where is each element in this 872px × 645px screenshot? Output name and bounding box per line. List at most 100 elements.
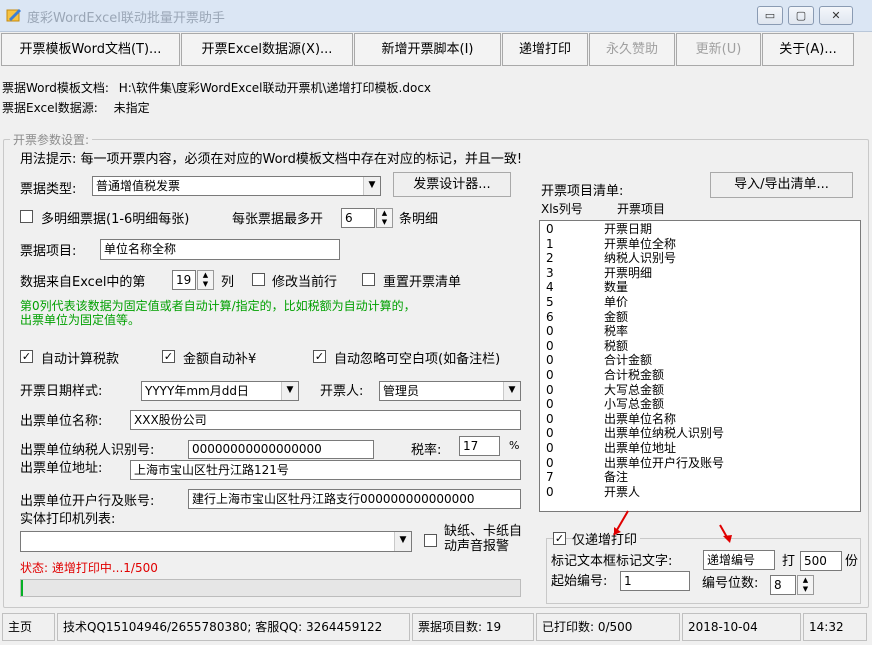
arrow-down-icon: ▼ — [802, 585, 809, 593]
sponsor-button[interactable]: 永久赞助 — [589, 33, 675, 66]
list-item-name: 税率 — [604, 324, 629, 339]
multi-detail-label: 多明细票据(1-6明细每张) — [41, 212, 190, 227]
status-items-count: 票据项目数: 19 — [412, 613, 534, 641]
mark-text-input[interactable]: 递增编号 — [703, 550, 775, 570]
tax-rate-input[interactable]: 17 — [459, 436, 500, 456]
per-page-spinner[interactable]: ▲ ▼ — [376, 208, 393, 228]
maximize-icon: ▢ — [795, 9, 807, 22]
column-suffix: 列 — [221, 275, 235, 290]
digits-input[interactable]: 8 — [770, 575, 796, 595]
date-style-value: YYYY年mm月dd日 — [145, 384, 249, 398]
list-item-name: 出票单位地址 — [604, 441, 677, 455]
taxid-label: 出票单位纳税人识别号: — [20, 443, 155, 458]
paper-alarm-label: 缺纸、卡纸自 动声音报警 — [444, 524, 522, 554]
print-count-unit: 份 — [845, 554, 859, 569]
list-item-col: 0 — [546, 411, 554, 426]
new-script-button[interactable]: 新增开票脚本(I) — [354, 33, 501, 66]
auto-tax-checkbox[interactable]: ✓ — [20, 350, 33, 363]
progress-bar — [20, 579, 521, 597]
maximize-button[interactable]: ▢ — [788, 6, 814, 25]
address-input[interactable]: 上海市宝山区牡丹江路121号 — [130, 460, 521, 480]
paper-alarm-line2: 动声音报警 — [444, 539, 510, 554]
list-item-name: 合计税金额 — [604, 368, 665, 382]
per-page-unit: 条明细 — [399, 212, 439, 227]
item-label: 票据项目: — [20, 244, 77, 259]
column-input[interactable]: 19 — [172, 270, 196, 290]
reset-list-label: 重置开票清单 — [383, 275, 462, 290]
list-item-name: 出票单位开户行及账号 — [604, 455, 725, 470]
template-path-line: 票据Word模板文档: H:\软件集\度彩WordExcel联动开票机\递增打印… — [2, 79, 431, 96]
per-page-input[interactable]: 6 — [341, 208, 375, 228]
list-header-item: 开票项目 — [617, 202, 666, 216]
printer-select[interactable]: ▼ — [20, 531, 412, 552]
paper-alarm-checkbox[interactable] — [424, 534, 437, 547]
list-item-name: 纳税人识别号 — [604, 251, 677, 266]
reset-list-checkbox[interactable] — [362, 273, 375, 286]
arrow-up-icon: ▲ — [202, 271, 209, 279]
bank-input[interactable]: 建行上海市宝山区牡丹江路支行000000000000000 — [188, 489, 521, 509]
increment-print-button[interactable]: 递增打印 — [502, 33, 588, 66]
list-item-col: 0 — [546, 484, 554, 499]
progress-fill — [21, 580, 23, 596]
update-button[interactable]: 更新(U) — [676, 33, 761, 66]
issuer-select[interactable]: 管理员 ▼ — [379, 381, 521, 401]
org-name-input[interactable]: XXX股份公司 — [130, 410, 521, 430]
template-word-button[interactable]: 开票模板Word文档(T)... — [1, 33, 180, 66]
invoice-items-list[interactable]: 0 开票日期 1 开票单位全称 2 纳税人识别号 3 开票明细 4 数量 5 单价 6 金额 0 税率 0 税额 0… — [539, 220, 861, 512]
type-select[interactable]: 普通增值税发票 ▼ — [92, 176, 381, 196]
list-item-col: 0 — [546, 382, 554, 397]
only-increment-checkbox[interactable]: ✓ — [553, 532, 566, 545]
minimize-button[interactable]: ▭ — [757, 6, 783, 25]
column-note-line2: 出票单位为固定值等。 — [20, 313, 141, 327]
digits-label: 编号位数: — [702, 576, 759, 591]
item-input[interactable]: 单位名称全称 — [100, 239, 340, 260]
settings-group-title: 开票参数设置: — [10, 131, 93, 148]
annotation-arrow-right-head — [723, 535, 732, 543]
status-text: 状态: 递增打印中...1/500 — [20, 561, 158, 575]
list-item-col: 0 — [546, 222, 554, 236]
auto-amount-label: 金额自动补¥ — [183, 352, 257, 367]
issuer-value: 管理员 — [383, 384, 420, 398]
status-date: 2018-10-04 — [682, 613, 801, 641]
arrow-down-icon: ▼ — [202, 280, 209, 288]
list-item-name: 税额 — [604, 338, 629, 353]
multi-detail-checkbox[interactable] — [20, 210, 33, 223]
excel-source-button[interactable]: 开票Excel数据源(X)... — [181, 33, 353, 66]
digits-spinner[interactable]: ▲ ▼ — [797, 575, 814, 595]
status-printed: 已打印数: 0/500 — [536, 613, 680, 641]
close-button[interactable]: ✕ — [819, 6, 853, 25]
list-item-col: 4 — [546, 280, 554, 295]
window-title: 度彩WordExcel联动批量开票助手 — [27, 11, 225, 26]
date-style-select[interactable]: YYYY年mm月dd日 ▼ — [141, 381, 299, 401]
import-export-button[interactable]: 导入/导出清单... — [710, 172, 853, 198]
auto-amount-checkbox[interactable]: ✓ — [162, 350, 175, 363]
list-item-col: 5 — [546, 295, 554, 309]
start-number-input[interactable]: 1 — [620, 571, 690, 591]
about-button[interactable]: 关于(A)... — [762, 33, 854, 66]
auto-skip-label: 自动忽略可空白项(如备注栏) — [334, 352, 501, 367]
template-path: H:\软件集\度彩WordExcel联动开票机\递增打印模板.docx — [118, 81, 432, 95]
list-item-col: 0 — [546, 397, 554, 412]
list-item-col: 7 — [546, 470, 554, 485]
column-spinner[interactable]: ▲ ▼ — [197, 270, 214, 290]
status-support: 技术QQ15104946/2655780380; 客服QQ: 326445912… — [57, 613, 410, 641]
list-item-name: 开票明细 — [604, 265, 653, 280]
taxid-input[interactable]: 00000000000000000 — [188, 440, 374, 459]
type-label: 票据类型: — [20, 182, 77, 197]
list-item-name: 开票日期 — [604, 222, 653, 236]
invoice-designer-button[interactable]: 发票设计器... — [393, 172, 511, 197]
print-count-input[interactable]: 500 — [800, 551, 842, 571]
modify-row-checkbox[interactable] — [252, 273, 265, 286]
status-time: 14:32 — [803, 613, 867, 641]
app-logo-icon — [6, 7, 22, 23]
list-header-xls: Xls列号 — [541, 202, 583, 216]
list-item-col: 0 — [546, 441, 554, 455]
chevron-down-icon: ▼ — [363, 177, 380, 195]
column-prefix: 数据来自Excel中的第 — [20, 275, 146, 290]
list-item-name: 小写总金额 — [604, 397, 665, 412]
list-item-name: 开票人 — [604, 484, 641, 499]
mark-text-label: 标记文本框标记文字: — [551, 554, 673, 569]
paper-alarm-line1: 缺纸、卡纸自 — [444, 524, 523, 539]
list-item-name: 金额 — [604, 309, 629, 324]
auto-skip-checkbox[interactable]: ✓ — [313, 350, 326, 363]
